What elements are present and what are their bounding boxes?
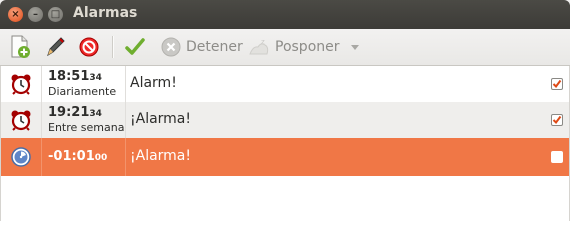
alarm-repeat: Diariamente — [48, 85, 117, 98]
svg-text:z: z — [261, 38, 265, 46]
alarm-enabled-checkbox[interactable] — [551, 78, 563, 90]
new-document-icon — [11, 35, 30, 58]
title-bar: × – □ Alarmas — [0, 0, 570, 29]
column-divider — [41, 66, 42, 102]
pencil-icon — [47, 37, 65, 57]
alarm-list: 18:5134 Diariamente Alarm! 19:2134 Entre… — [0, 66, 570, 177]
alarm-enabled-checkbox[interactable] — [551, 151, 563, 163]
alarm-row[interactable]: 19:2134 Entre semana ¡Alarma! — [1, 102, 569, 138]
alarm-time-value: -01:01 — [48, 149, 95, 164]
alarm-time-value: 18:51 — [48, 69, 90, 84]
alarm-message: ¡Alarma! — [130, 148, 191, 164]
toolbar: Detener z Posponer — [0, 29, 570, 66]
alarm-row-selected[interactable]: -01:0100 ¡Alarma! — [1, 138, 569, 176]
window-title: Alarmas — [73, 5, 138, 21]
alarm-message: ¡Alarma! — [130, 111, 191, 127]
minimize-icon: – — [33, 8, 38, 20]
alarm-status-cell — [1, 138, 41, 176]
maximize-icon: □ — [50, 8, 61, 20]
alarm-status-cell — [1, 66, 41, 102]
alarm-status-cell — [1, 102, 41, 138]
alarm-time-seconds: 34 — [89, 109, 102, 119]
close-icon: × — [11, 8, 20, 20]
alarm-clock-icon — [11, 74, 31, 95]
alarm-clock-icon — [11, 110, 31, 131]
new-alarm-button[interactable] — [9, 35, 31, 59]
alarm-message: Alarm! — [130, 75, 177, 91]
close-window-button[interactable]: × — [8, 7, 23, 22]
accept-button[interactable] — [124, 35, 146, 59]
snooze-icon: z — [249, 38, 269, 55]
column-divider — [41, 102, 42, 138]
delete-alarm-button[interactable] — [78, 35, 100, 59]
toolbar-separator — [112, 36, 114, 58]
app-window: × – □ Alarmas Detener z Posponer 18:5134… — [0, 0, 570, 221]
alarm-time: 18:5134 — [48, 69, 102, 84]
stop-circle-icon — [161, 37, 181, 57]
column-divider — [41, 138, 42, 176]
alarm-time-seconds: 34 — [89, 73, 102, 83]
check-icon — [552, 115, 562, 125]
snooze-button-label: Posponer — [275, 39, 340, 55]
stop-button-label: Detener — [186, 39, 243, 55]
check-icon — [552, 79, 562, 89]
list-empty-area — [0, 177, 570, 221]
alarm-time: 19:2134 — [48, 105, 102, 120]
maximize-window-button[interactable]: □ — [48, 7, 63, 22]
alarm-time-seconds: 00 — [94, 153, 108, 163]
column-divider — [125, 102, 126, 138]
snooze-menu-dropdown[interactable] — [349, 35, 361, 59]
minimize-window-button[interactable]: – — [28, 7, 43, 22]
alarm-time-value: 19:21 — [48, 105, 90, 120]
alarm-time: -01:0100 — [48, 149, 107, 164]
column-divider — [125, 138, 126, 176]
alarm-repeat: Entre semana — [48, 121, 125, 134]
edit-alarm-button[interactable] — [44, 35, 66, 59]
column-divider — [125, 66, 126, 102]
alarm-enabled-checkbox[interactable] — [551, 114, 563, 126]
no-entry-icon — [79, 37, 99, 57]
stop-button[interactable]: Detener — [160, 35, 243, 59]
alarm-row[interactable]: 18:5134 Diariamente Alarm! — [1, 66, 569, 102]
snooze-button[interactable]: z Posponer — [247, 35, 340, 59]
checkmark-icon — [125, 38, 145, 55]
chevron-down-icon — [351, 45, 359, 50]
timer-icon — [11, 147, 31, 167]
